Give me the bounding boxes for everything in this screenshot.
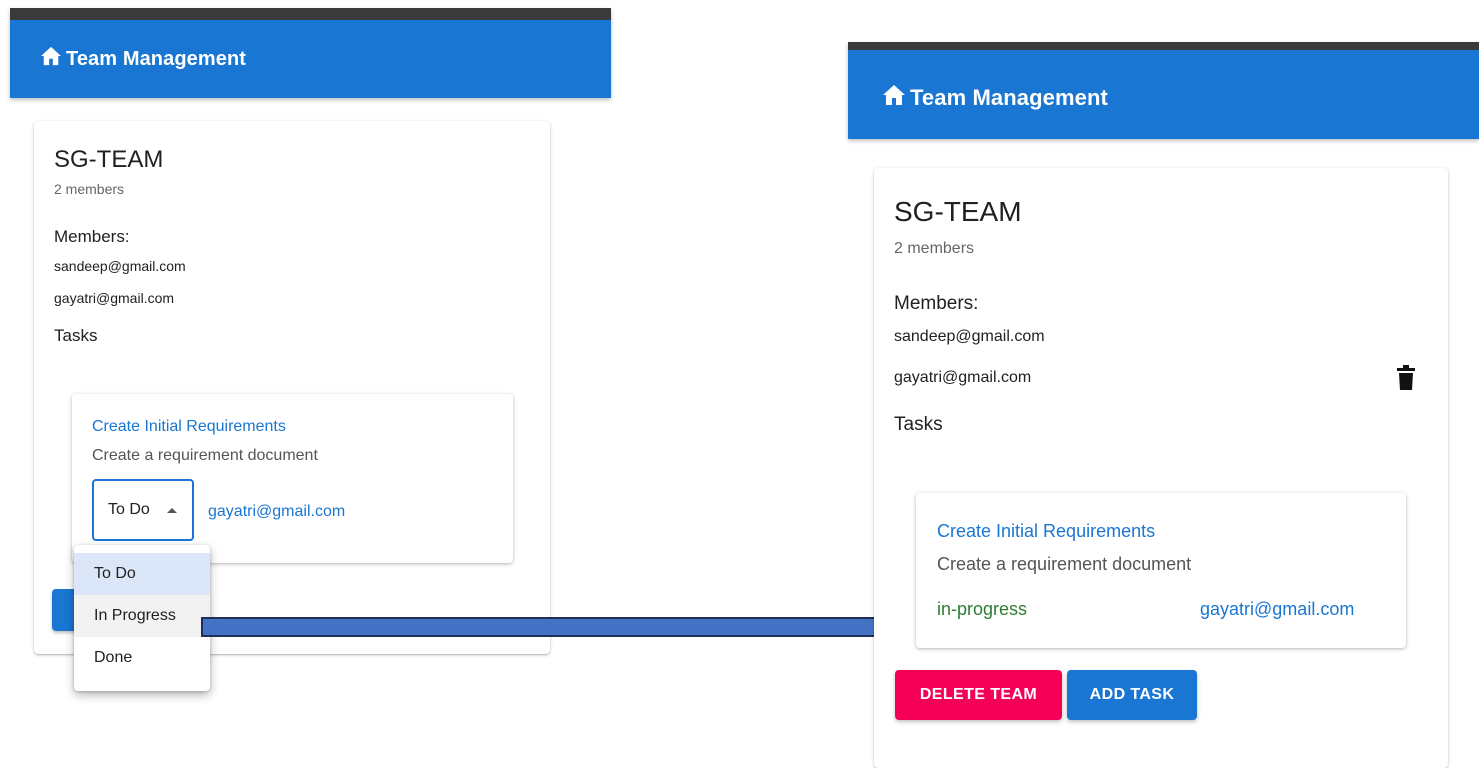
home-icon[interactable] [882, 84, 906, 112]
task-card: Create Initial Requirements Create a req… [916, 493, 1406, 648]
add-task-button[interactable]: ADD TASK [1067, 670, 1197, 720]
tasks-label: Tasks [894, 414, 943, 435]
task-assignee[interactable]: gayatri@gmail.com [1200, 599, 1354, 620]
after-screenshot: Team Management SG-TEAM 2 members Member… [848, 42, 1479, 768]
member-email: gayatri@gmail.com [894, 369, 1032, 386]
delete-team-button[interactable]: DELETE TEAM [895, 670, 1062, 720]
app-title-text: Team Management [910, 85, 1108, 110]
task-description: Create a requirement document [937, 554, 1192, 574]
app-bar: Team Management [848, 42, 1479, 139]
team-card: SG-TEAM 2 members Members: sandeep@gmail… [874, 168, 1448, 768]
member-email: sandeep@gmail.com [894, 328, 1045, 345]
task-status[interactable]: in-progress [937, 599, 1027, 620]
trash-icon[interactable] [1397, 365, 1415, 396]
task-title[interactable]: Create Initial Requirements [937, 521, 1155, 542]
team-name: SG-TEAM [894, 196, 1022, 227]
app-title[interactable]: Team Management [882, 84, 1108, 112]
arrow-shape [201, 602, 920, 652]
members-label: Members: [894, 293, 979, 314]
member-count: 2 members [894, 240, 975, 257]
